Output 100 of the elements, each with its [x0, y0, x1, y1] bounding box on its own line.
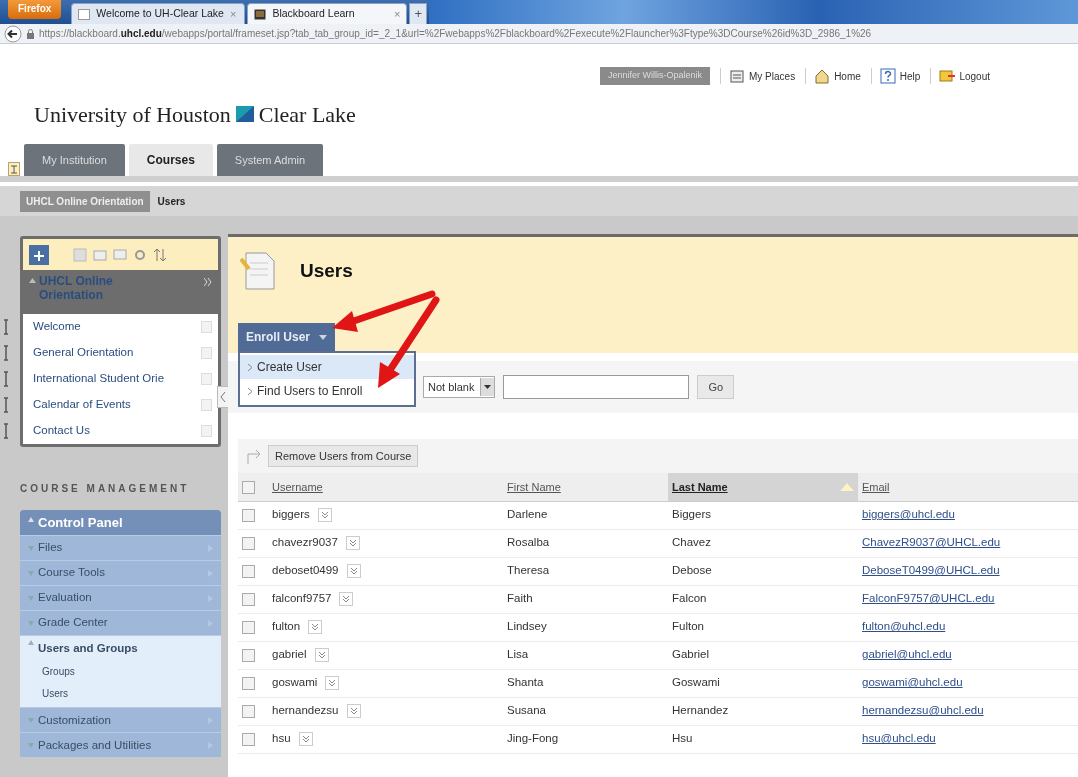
- row-checkbox[interactable]: [242, 648, 255, 662]
- course-menu-link[interactable]: International Student Orie: [33, 370, 165, 388]
- drag-handle-icon[interactable]: [3, 319, 9, 335]
- tab-title: Blackboard Learn: [272, 6, 355, 22]
- double-chevron-icon[interactable]: [204, 278, 212, 286]
- row-menu-button[interactable]: [346, 564, 361, 579]
- plus-icon: [34, 250, 44, 261]
- menu-item[interactable]: Create User: [240, 355, 414, 379]
- row-menu-button[interactable]: [298, 732, 313, 747]
- username-cell: biggers: [272, 508, 310, 521]
- email-link[interactable]: gabriel@uhcl.edu: [862, 648, 952, 661]
- row-checkbox[interactable]: [242, 704, 255, 718]
- filter-select[interactable]: Not blank: [423, 376, 496, 398]
- chevron-right-icon: [248, 364, 252, 372]
- header-link[interactable]: Help: [870, 68, 921, 84]
- table-cell: Debose: [672, 564, 712, 577]
- email-link[interactable]: hsu@uhcl.edu: [862, 732, 936, 745]
- bend-arrow-icon: [246, 448, 262, 464]
- logo-icon: [235, 106, 254, 122]
- row-menu-button[interactable]: [346, 704, 361, 719]
- row-checkbox[interactable]: [242, 508, 255, 522]
- row-menu-button[interactable]: [345, 536, 360, 551]
- remove-users-button[interactable]: Remove Users from Course: [268, 445, 419, 467]
- header-link[interactable]: Home: [805, 68, 861, 84]
- drag-handle-icon[interactable]: [3, 423, 9, 439]
- row-checkbox[interactable]: [242, 732, 255, 746]
- course-menu-link[interactable]: Calendar of Events: [33, 396, 131, 414]
- search-field[interactable]: [503, 375, 690, 399]
- reorder-icon[interactable]: [153, 247, 167, 262]
- back-icon[interactable]: [4, 24, 22, 43]
- sort-ascending-icon: [840, 482, 854, 491]
- control-panel-section[interactable]: Evaluation: [20, 585, 221, 610]
- header-link[interactable]: Logout: [930, 68, 990, 84]
- email-link[interactable]: DeboseT0499@UHCL.edu: [862, 564, 1000, 577]
- row-menu-button[interactable]: [314, 648, 329, 663]
- browser-tab[interactable]: Welcome to UH-Clear Lake ×: [71, 3, 246, 24]
- nav-tab[interactable]: My Institution: [24, 144, 125, 176]
- email-link[interactable]: ChavezR9037@UHCL.edu: [862, 536, 1001, 549]
- email-link[interactable]: FalconF9757@UHCL.edu: [862, 592, 995, 605]
- document-pencil-icon: [240, 251, 276, 291]
- collapse-button[interactable]: [217, 386, 229, 408]
- new-tab-button[interactable]: +: [409, 3, 428, 24]
- header-link[interactable]: My Places: [720, 68, 796, 84]
- control-panel-section[interactable]: Files: [20, 535, 221, 560]
- table-cell: Lisa: [507, 648, 529, 661]
- row-menu-button[interactable]: [317, 508, 332, 523]
- board-icon: [254, 8, 267, 20]
- email-link[interactable]: biggers@uhcl.edu: [862, 508, 955, 521]
- column-header[interactable]: Email: [862, 480, 890, 493]
- go-button[interactable]: Go: [697, 375, 735, 399]
- email-link[interactable]: goswami@uhcl.edu: [862, 676, 963, 689]
- control-panel-section[interactable]: Customization: [20, 707, 221, 733]
- username-cell: goswami: [272, 676, 318, 689]
- column-header[interactable]: Last Name: [672, 480, 728, 493]
- row-menu-button[interactable]: [308, 620, 323, 635]
- drag-handle-icon[interactable]: [3, 397, 9, 413]
- table-cell: Lindsey: [507, 620, 547, 633]
- section-sublink[interactable]: Groups: [28, 661, 213, 680]
- tab-title: Welcome to UH-Clear Lake: [96, 6, 224, 22]
- nav-tab[interactable]: System Admin: [216, 144, 324, 176]
- row-checkbox[interactable]: [242, 592, 255, 606]
- row-menu-button[interactable]: [325, 676, 340, 691]
- row-checkbox[interactable]: [242, 620, 255, 634]
- select-all-checkbox[interactable]: [242, 481, 255, 495]
- breadcrumb-current: Users: [157, 194, 186, 209]
- section-link[interactable]: Users and Groups: [38, 640, 138, 658]
- enroll-user-button[interactable]: Enroll User: [238, 323, 336, 351]
- chevron-right-icon: [208, 544, 213, 552]
- column-header[interactable]: Username: [272, 480, 323, 493]
- username-cell: deboset0499: [272, 564, 339, 577]
- page-icon: [78, 8, 91, 20]
- row-checkbox[interactable]: [242, 536, 255, 550]
- table-cell: Gabriel: [672, 648, 710, 661]
- username-cell: gabriel: [272, 648, 307, 661]
- table-cell: Faith: [507, 592, 533, 605]
- control-panel-section[interactable]: Packages and Utilities: [20, 732, 221, 758]
- course-menu-link[interactable]: General Orientation: [33, 344, 134, 362]
- control-panel-section[interactable]: Course Tools: [20, 560, 221, 585]
- tab-close-button[interactable]: ×: [393, 5, 401, 23]
- chevron-right-icon: [208, 741, 213, 749]
- nav-tab[interactable]: Courses: [128, 144, 213, 176]
- course-menu-link[interactable]: Contact Us: [33, 422, 90, 440]
- email-link[interactable]: fulton@uhcl.edu: [862, 620, 946, 633]
- username-cell: hsu: [272, 732, 291, 745]
- logout-icon: [939, 68, 956, 84]
- course-menu-link[interactable]: Welcome: [33, 318, 81, 336]
- row-checkbox[interactable]: [242, 564, 255, 578]
- toggle-icon[interactable]: [8, 162, 20, 176]
- table-cell: Hernandez: [672, 704, 729, 717]
- section-sublink[interactable]: Users: [28, 683, 213, 702]
- column-header[interactable]: First Name: [507, 480, 561, 493]
- drag-handle-icon[interactable]: [3, 345, 9, 361]
- add-button[interactable]: [29, 244, 49, 265]
- email-link[interactable]: hernandezsu@uhcl.edu: [862, 704, 984, 717]
- browser-tab[interactable]: Blackboard Learn ×: [247, 3, 408, 24]
- row-menu-button[interactable]: [339, 592, 354, 607]
- table-cell: Chavez: [672, 536, 711, 549]
- drag-handle-icon[interactable]: [3, 371, 9, 387]
- row-checkbox[interactable]: [242, 676, 255, 690]
- caret-down-icon: [484, 385, 492, 389]
